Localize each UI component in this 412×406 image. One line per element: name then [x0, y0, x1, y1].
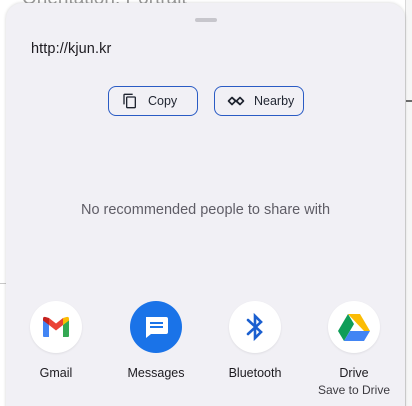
drive-label: Drive: [339, 366, 369, 380]
share-target-messages[interactable]: Messages: [106, 301, 206, 380]
gmail-label: Gmail: [39, 366, 73, 380]
drag-handle[interactable]: [195, 18, 217, 22]
bluetooth-icon: [229, 301, 281, 353]
messages-icon: [130, 301, 182, 353]
nearby-share-button[interactable]: Nearby: [214, 86, 304, 116]
copy-button[interactable]: Copy: [108, 86, 198, 116]
drive-icon: [328, 301, 380, 353]
copy-icon: [121, 92, 139, 110]
drive-sublabel: Save to Drive: [317, 383, 391, 397]
share-sheet: http://kjun.kr Copy Nearby No recommende…: [6, 3, 405, 406]
nearby-label: Nearby: [254, 94, 295, 108]
share-target-gmail[interactable]: Gmail: [6, 301, 106, 380]
no-recommendations-message: No recommended people to share with: [80, 202, 331, 218]
share-target-drive[interactable]: Drive Save to Drive: [304, 301, 404, 397]
background-divider-right: [406, 100, 412, 102]
background-app-edge: [405, 0, 412, 406]
copy-label: Copy: [148, 94, 178, 108]
share-target-bluetooth[interactable]: Bluetooth: [205, 301, 305, 380]
nearby-share-icon: [227, 92, 245, 110]
bluetooth-label: Bluetooth: [228, 366, 282, 380]
shared-content-text: http://kjun.kr: [31, 41, 112, 57]
messages-label: Messages: [127, 366, 185, 380]
gmail-icon: [30, 301, 82, 353]
